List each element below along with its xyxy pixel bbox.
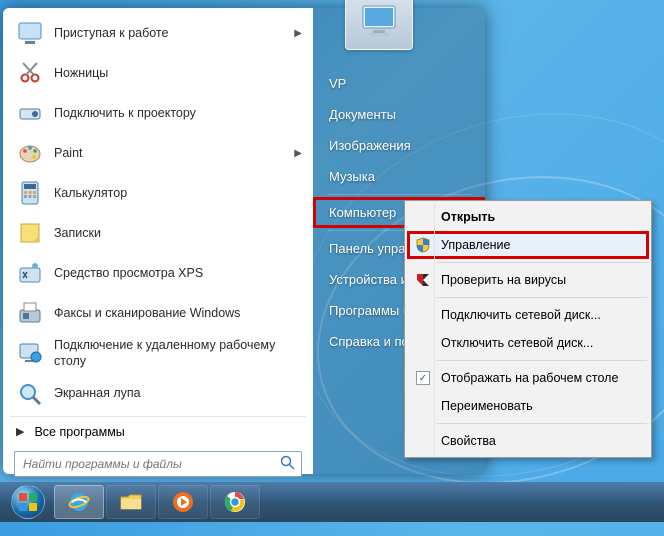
user-link[interactable]: VP <box>313 68 485 99</box>
music-link[interactable]: Музыка <box>313 161 485 192</box>
app-label: Средство просмотра XPS <box>54 265 302 281</box>
windows-logo-icon <box>17 491 39 513</box>
getting-started-icon <box>14 17 46 49</box>
app-remote-desktop[interactable]: Подключение к удаленному рабочему столу <box>8 333 308 374</box>
app-getting-started[interactable]: Приступая к работе ▶ <box>8 13 308 53</box>
all-programs-label: Все программы <box>34 425 124 439</box>
app-label: Paint <box>54 145 294 161</box>
ctx-open[interactable]: Открыть <box>407 203 649 231</box>
xps-icon <box>14 257 46 289</box>
ctx-rename[interactable]: Переименовать <box>407 392 649 420</box>
app-fax-scan[interactable]: Факсы и сканирование Windows <box>8 293 308 333</box>
submenu-arrow-icon: ▶ <box>294 148 302 159</box>
app-label: Калькулятор <box>54 185 302 201</box>
calculator-icon <box>14 177 46 209</box>
taskbar-ie[interactable] <box>54 485 104 519</box>
app-magnifier[interactable]: Экранная лупа <box>8 374 308 414</box>
shield-icon <box>411 235 435 255</box>
wmp-icon <box>170 489 196 515</box>
app-snipping-tool[interactable]: Ножницы <box>8 53 308 93</box>
search-icon <box>280 455 296 476</box>
app-label: Факсы и сканирование Windows <box>54 305 302 321</box>
taskbar-explorer[interactable] <box>106 485 156 519</box>
taskbar-chrome[interactable] <box>210 485 260 519</box>
app-projector[interactable]: Подключить к проектору <box>8 93 308 133</box>
taskbar-wmp[interactable] <box>158 485 208 519</box>
documents-link[interactable]: Документы <box>313 99 485 130</box>
paint-icon <box>14 137 46 169</box>
monitor-icon <box>359 4 399 38</box>
app-xps-viewer[interactable]: Средство просмотра XPS <box>8 253 308 293</box>
arrow-right-icon: ▶ <box>16 425 24 438</box>
app-label: Приступая к работе <box>54 25 294 41</box>
context-menu: Открыть Управление Проверить на вирусы П… <box>404 200 652 458</box>
ctx-manage[interactable]: Управление <box>407 231 649 259</box>
ie-icon <box>66 489 92 515</box>
blank-icon <box>411 333 435 353</box>
chrome-icon <box>222 489 248 515</box>
rdp-icon <box>14 337 46 369</box>
app-calculator[interactable]: Калькулятор <box>8 173 308 213</box>
ctx-show-on-desktop[interactable]: ✓ Отображать на рабочем столе <box>407 364 649 392</box>
ctx-map-drive[interactable]: Подключить сетевой диск... <box>407 301 649 329</box>
blank-icon <box>411 207 435 227</box>
checkbox-checked-icon: ✓ <box>411 368 435 388</box>
app-label: Подключение к удаленному рабочему столу <box>54 337 302 370</box>
antivirus-icon <box>411 270 435 290</box>
app-label: Подключить к проектору <box>54 105 302 121</box>
user-picture-frame[interactable] <box>345 0 413 50</box>
ctx-properties[interactable]: Свойства <box>407 427 649 455</box>
app-label: Записки <box>54 225 302 241</box>
search-input[interactable] <box>14 451 302 477</box>
projector-icon <box>14 97 46 129</box>
start-button[interactable] <box>4 484 52 520</box>
ctx-disconnect-drive[interactable]: Отключить сетевой диск... <box>407 329 649 357</box>
submenu-arrow-icon: ▶ <box>294 28 302 39</box>
app-label: Экранная лупа <box>54 385 302 401</box>
taskbar <box>0 482 664 522</box>
app-sticky-notes[interactable]: Записки <box>8 213 308 253</box>
folder-icon <box>118 489 144 515</box>
scissors-icon <box>14 57 46 89</box>
pictures-link[interactable]: Изображения <box>313 130 485 161</box>
app-paint[interactable]: Paint ▶ <box>8 133 308 173</box>
blank-icon <box>411 305 435 325</box>
app-label: Ножницы <box>54 65 302 81</box>
blank-icon <box>411 431 435 451</box>
magnifier-icon <box>14 378 46 410</box>
sticky-notes-icon <box>14 217 46 249</box>
blank-icon <box>411 396 435 416</box>
ctx-scan[interactable]: Проверить на вирусы <box>407 266 649 294</box>
fax-icon <box>14 297 46 329</box>
start-menu-left-panel: Приступая к работе ▶ Ножницы Подключить … <box>3 8 313 474</box>
all-programs[interactable]: ▶ Все программы <box>8 419 308 445</box>
